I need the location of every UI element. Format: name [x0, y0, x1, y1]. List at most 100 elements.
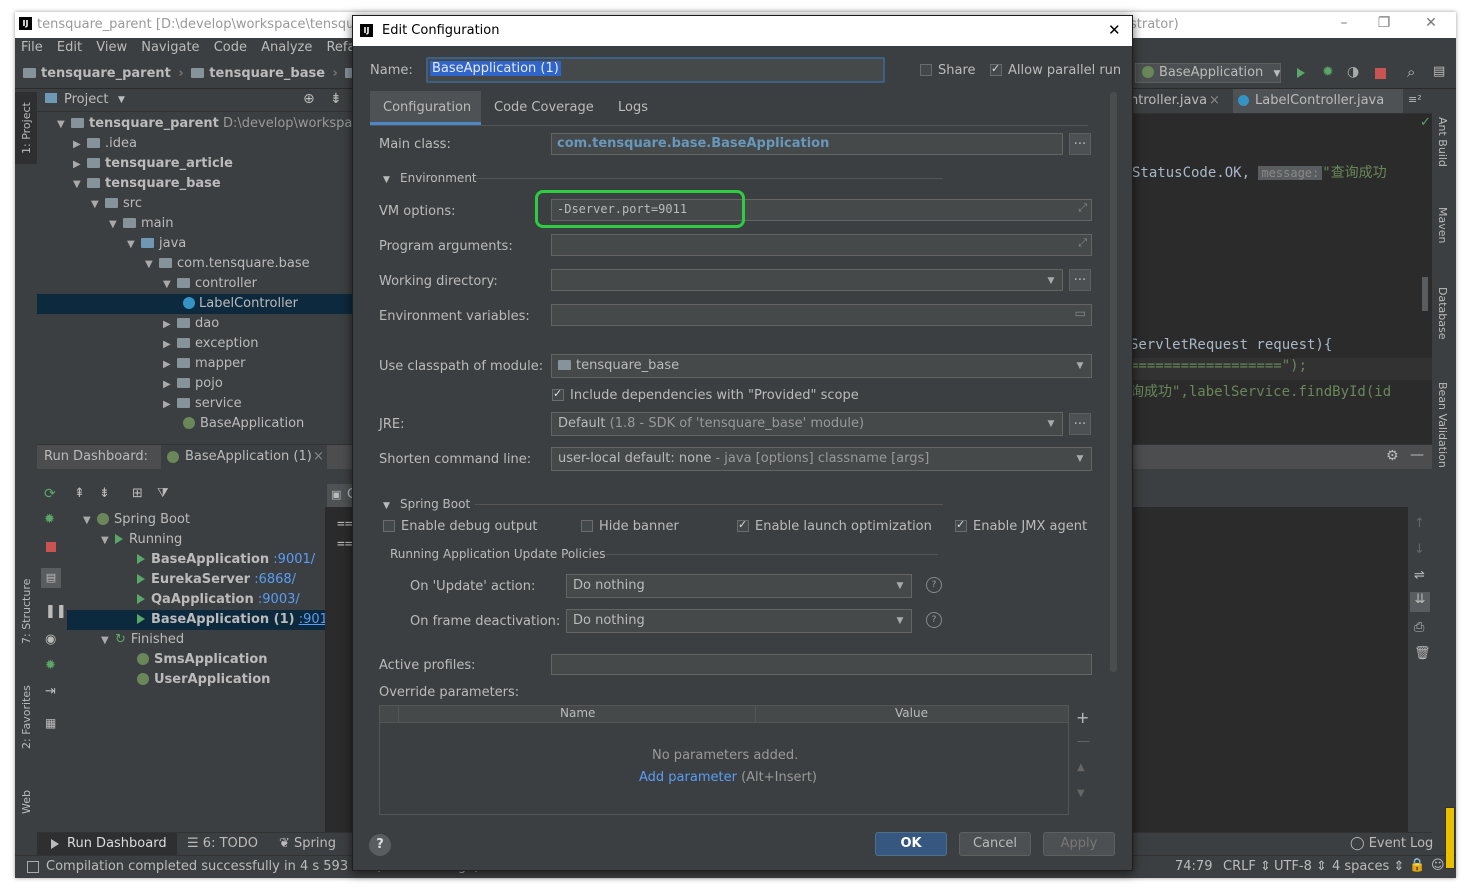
database-tool-label[interactable]: Database: [1436, 287, 1449, 340]
help-icon[interactable]: ?: [926, 612, 942, 628]
active-profiles-field[interactable]: [551, 654, 1092, 675]
expand-icon[interactable]: ⤢: [1078, 236, 1087, 250]
close-tab-icon[interactable]: ×: [313, 449, 324, 464]
move-up-icon[interactable]: ▲: [1077, 762, 1085, 773]
code-editor[interactable]: ntroller.java × LabelController.java ≡² …: [1130, 89, 1432, 444]
working-directory-field[interactable]: ▼: [551, 269, 1063, 291]
soft-wrap-icon[interactable]: ⇌: [1414, 568, 1425, 583]
dialog-scrollbar[interactable]: [1110, 92, 1117, 672]
run-dashboard-tool-tab[interactable]: Run Dashboard: [37, 833, 177, 856]
scroll-to-end-icon[interactable]: ⇊: [1410, 592, 1430, 612]
enable-launch-optimization-checkbox[interactable]: Enable launch optimization: [737, 518, 932, 534]
filter-icon[interactable]: ⧩: [157, 486, 169, 501]
close-tab-icon[interactable]: ×: [1209, 93, 1220, 108]
tree-item-selected[interactable]: BaseApplication (1) :9011: [67, 610, 336, 630]
environment-variables-field[interactable]: ▭: [551, 304, 1092, 326]
stop-icon[interactable]: [46, 542, 56, 552]
maven-tool-label[interactable]: Maven: [1436, 207, 1449, 243]
column-value-header[interactable]: Value: [895, 706, 928, 720]
spring-tool-tab[interactable]: ❦ Spring: [279, 836, 336, 851]
tab-configuration[interactable]: Configuration: [370, 91, 481, 125]
program-arguments-field[interactable]: ⤢: [551, 234, 1092, 256]
menu-navigate[interactable]: Navigate: [141, 40, 199, 55]
debug-icon[interactable]: ✹: [44, 512, 55, 527]
tree-item[interactable]: ▼ Running: [67, 530, 325, 550]
add-parameter-link[interactable]: Add parameter: [639, 770, 737, 785]
trash-icon[interactable]: 🗑: [1414, 646, 1431, 661]
tree-item[interactable]: ▶ tensquare_article: [37, 154, 353, 174]
tree-item[interactable]: QaApplication :9003/: [67, 590, 325, 610]
hide-banner-checkbox[interactable]: Hide banner: [581, 519, 679, 534]
allow-parallel-checkbox[interactable]: Allow parallel run: [990, 62, 1121, 78]
caret-position[interactable]: 74:79: [1175, 859, 1212, 874]
close-window-icon[interactable]: ✕: [1423, 15, 1439, 31]
collapse-all-icon[interactable]: ⇟: [330, 91, 342, 107]
browse-jre-button[interactable]: ...: [1069, 413, 1091, 435]
run-config-selector[interactable]: BaseApplication ▼: [1135, 63, 1281, 83]
column-name-header[interactable]: Name: [560, 706, 595, 720]
override-parameters-table[interactable]: Name Value No parameters added. Add para…: [379, 705, 1069, 815]
run-dashboard-tab[interactable]: BaseApplication (1) ×: [161, 445, 327, 469]
tree-item[interactable]: ▼ ↻ Finished: [67, 630, 325, 650]
chevron-down-icon[interactable]: ▼: [118, 95, 125, 105]
tab-logs[interactable]: Logs: [618, 100, 648, 115]
menu-view[interactable]: View: [96, 40, 127, 55]
file-encoding[interactable]: UTF-8 ⇕: [1274, 859, 1327, 874]
tree-item[interactable]: BaseApplication :9001/: [67, 550, 325, 570]
up-arrow-icon[interactable]: ↑: [1414, 516, 1425, 531]
gear-icon[interactable]: ⚙: [1386, 448, 1399, 464]
lock-icon[interactable]: 🔒: [1409, 858, 1425, 873]
layout-grid-icon[interactable]: ▦: [45, 716, 56, 730]
ok-button[interactable]: OK: [875, 832, 947, 856]
classpath-select[interactable]: tensquare_base ▼: [551, 354, 1092, 378]
rerun-icon[interactable]: ⟳: [44, 486, 56, 502]
print-icon[interactable]: ⎙: [1414, 620, 1424, 635]
coverage-icon[interactable]: ◑: [1347, 64, 1359, 80]
line-separator[interactable]: CRLF ⇕: [1223, 859, 1271, 874]
tree-item[interactable]: ▼ main: [37, 214, 353, 234]
chevron-down-icon[interactable]: ▼: [1040, 270, 1062, 292]
expand-icon[interactable]: ⤢: [1078, 201, 1087, 215]
name-field[interactable]: BaseApplication (1): [426, 57, 885, 83]
structure-tool-label[interactable]: 7: Structure: [20, 579, 33, 644]
collapse-all-icon[interactable]: ⇟: [99, 486, 110, 501]
tree-item[interactable]: ▼ Spring Boot: [67, 510, 325, 530]
tree-item[interactable]: ▶ mapper: [37, 354, 353, 374]
tree-item[interactable]: ▼ tensquare_base: [37, 174, 353, 194]
toggle-tool-windows-icon[interactable]: [27, 861, 39, 873]
indent-setting[interactable]: 4 spaces ⇕: [1332, 859, 1404, 874]
tree-item[interactable]: ▶ exception: [37, 334, 353, 354]
project-tool-tab[interactable]: 1: Project: [15, 92, 37, 164]
tree-item[interactable]: BaseApplication: [37, 414, 353, 434]
debug-icon[interactable]: ✹: [1322, 64, 1334, 80]
event-log-tab[interactable]: ◯ Event Log: [1350, 836, 1433, 851]
locate-icon[interactable]: ⊕: [303, 91, 315, 107]
tree-item[interactable]: ▼ java: [37, 234, 353, 254]
menu-edit[interactable]: Edit: [57, 40, 82, 55]
tree-item[interactable]: ▶ pojo: [37, 374, 353, 394]
down-arrow-icon[interactable]: ↓: [1414, 542, 1425, 557]
on-update-select[interactable]: Do nothing ▼: [566, 574, 912, 598]
breadcrumb[interactable]: tensquare_parent › tensquare_base › src: [23, 66, 382, 81]
breadcrumb-item[interactable]: tensquare_base: [209, 66, 325, 81]
move-down-icon[interactable]: ▼: [1077, 788, 1085, 799]
on-frame-deactivation-select[interactable]: Do nothing ▼: [566, 609, 912, 633]
enable-debug-checkbox[interactable]: Enable debug output: [383, 519, 537, 534]
browse-working-directory-button[interactable]: ...: [1069, 269, 1091, 291]
bean-validation-tool-label[interactable]: Bean Validation: [1436, 382, 1449, 468]
tree-item[interactable]: ▼ com.tensquare.base: [37, 254, 353, 274]
cancel-button[interactable]: Cancel: [959, 832, 1031, 856]
ant-build-tool-label[interactable]: Ant Build: [1436, 117, 1449, 167]
tree-item-selected[interactable]: LabelController: [37, 294, 353, 314]
console-output-right[interactable]: [1130, 507, 1408, 837]
menu-file[interactable]: File: [21, 40, 43, 55]
shorten-command-line-select[interactable]: user-local default: none - java [options…: [551, 447, 1092, 471]
editor-scrollbar[interactable]: [1422, 277, 1428, 311]
tree-item[interactable]: ▶ service: [37, 394, 353, 414]
tab-list-icon[interactable]: ≡²: [1408, 93, 1422, 106]
menu-analyze[interactable]: Analyze: [261, 40, 312, 55]
tree-item[interactable]: ▼ src: [37, 194, 353, 214]
apply-button[interactable]: Apply: [1043, 832, 1115, 856]
editor-tab-active[interactable]: LabelController.java: [1233, 89, 1403, 113]
tree-item[interactable]: ▶ .idea: [37, 134, 353, 154]
